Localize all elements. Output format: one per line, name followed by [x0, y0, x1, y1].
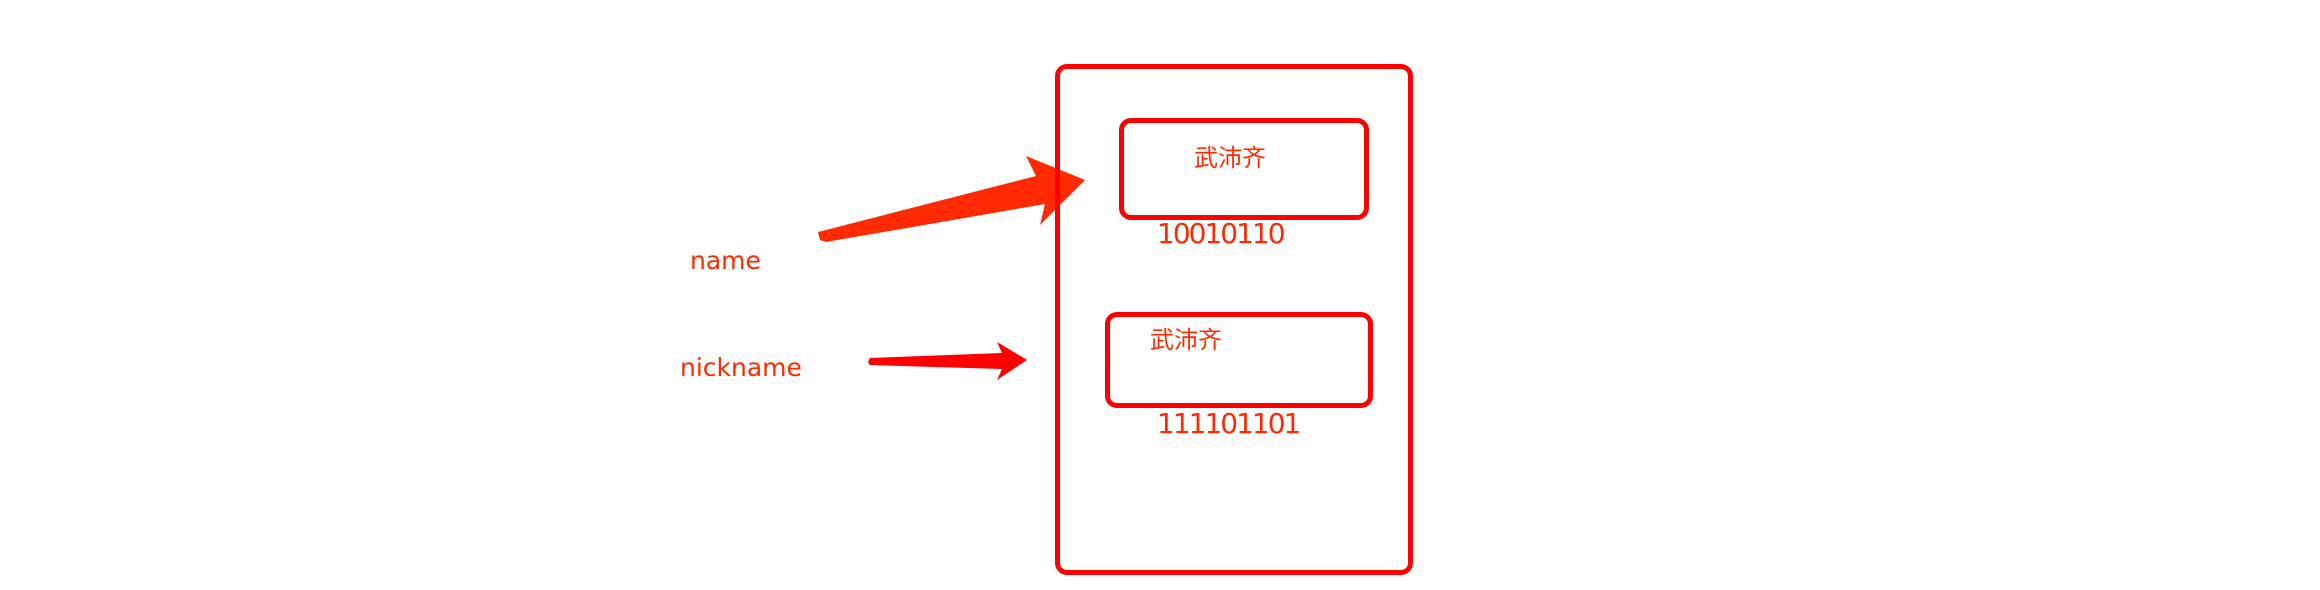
name-label: name [690, 246, 761, 275]
name-arrow [818, 156, 1085, 242]
memory-cell-1-bits: 10010110 [1157, 217, 1286, 250]
nickname-arrow [868, 342, 1027, 380]
memory-cell-2 [1105, 312, 1373, 408]
memory-cell-1-value: 武沛齐 [1194, 144, 1266, 172]
nickname-label: nickname [680, 353, 802, 382]
memory-cell-2-bits: 111101101 [1157, 407, 1301, 440]
memory-cell-2-value: 武沛齐 [1150, 326, 1222, 354]
